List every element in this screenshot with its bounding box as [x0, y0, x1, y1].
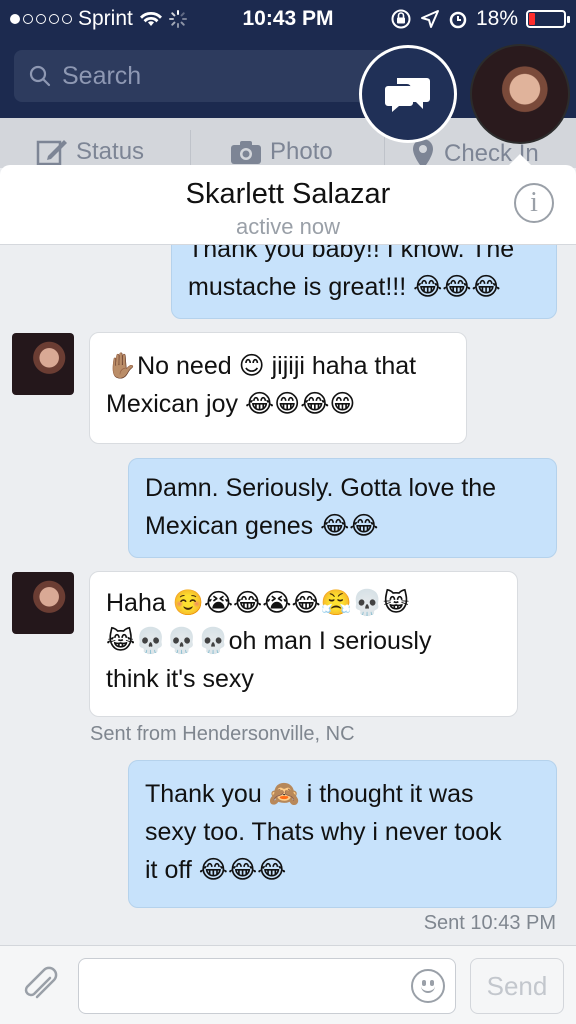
message-line: Damn. Seriously. Gotta love the	[145, 474, 497, 502]
message-line: Thank you 🙈 i thought it was	[145, 780, 474, 808]
rotation-lock-icon	[391, 9, 411, 29]
search-icon	[29, 65, 51, 87]
message-location-meta: Sent from Hendersonville, NC	[90, 723, 355, 745]
divider	[190, 130, 191, 170]
conversation-header: Skarlett Salazar active now i	[0, 165, 576, 245]
info-icon[interactable]: i	[514, 183, 554, 223]
contact-chat-head-avatar[interactable]	[470, 44, 570, 144]
presence-status: active now	[236, 214, 340, 239]
battery-percent: 18%	[475, 7, 518, 30]
search-input[interactable]: Search	[14, 50, 414, 102]
message-bubble-incoming[interactable]: ✋🏽No need 😊 jijiji haha that Mexican joy…	[89, 332, 467, 444]
contact-avatar[interactable]	[12, 333, 74, 395]
message-line: Mexican genes 😂😂	[145, 512, 379, 540]
contact-avatar[interactable]	[12, 572, 74, 634]
battery-icon	[526, 10, 570, 28]
emoji-icon[interactable]	[411, 969, 445, 1003]
message-thread[interactable]: Thank you baby!! I know. The mustache is…	[0, 245, 576, 945]
message-line: sexy too. Thats why i never took	[145, 818, 502, 846]
pencil-square-icon	[36, 140, 67, 166]
messages-chat-head[interactable]	[359, 45, 457, 143]
message-line: it off 😂😂😂	[145, 856, 287, 884]
message-line: Mexican joy 😂😁😂😁	[106, 390, 356, 418]
message-sent-time: Sent 10:43 PM	[423, 912, 556, 934]
message-bubble-outgoing[interactable]: Damn. Seriously. Gotta love the Mexican …	[128, 458, 557, 558]
message-line: mustache is great!!! 😂😂😂	[188, 273, 501, 301]
message-bubble-incoming[interactable]: Haha ☺️😭😂😭😂😤💀😸 😹💀💀💀oh man I seriously th…	[89, 571, 518, 717]
status-action-label: Status	[76, 138, 145, 165]
message-line: 😹💀💀💀oh man I seriously	[106, 627, 432, 655]
search-placeholder: Search	[62, 61, 142, 90]
location-arrow-icon	[420, 10, 439, 28]
send-button[interactable]: Send	[470, 958, 564, 1014]
message-line: think it's sexy	[106, 665, 254, 693]
compose-bar: Send	[0, 945, 576, 1024]
camera-icon	[231, 141, 261, 164]
contact-name: Skarlett Salazar	[185, 178, 391, 210]
photo-action-label: Photo	[270, 138, 333, 165]
status-action[interactable]: Status	[36, 138, 144, 166]
status-right: 18%	[390, 7, 570, 31]
chat-bubbles-icon	[385, 78, 430, 112]
message-line: ✋🏽No need 😊 jijiji haha that	[106, 352, 417, 380]
message-line: Thank you baby!! I know. The	[188, 245, 515, 263]
message-line: Haha ☺️😭😂😭😂😤💀😸	[106, 589, 410, 617]
message-input[interactable]	[78, 958, 456, 1014]
status-bar: Sprint 10:43 PM 18%	[0, 0, 576, 38]
message-bubble-outgoing[interactable]: Thank you baby!! I know. The mustache is…	[171, 245, 557, 319]
paperclip-icon[interactable]	[20, 966, 60, 1006]
alarm-icon	[449, 11, 467, 29]
photo-action[interactable]: Photo	[230, 138, 333, 166]
message-bubble-outgoing[interactable]: Thank you 🙈 i thought it was sexy too. T…	[128, 760, 557, 908]
